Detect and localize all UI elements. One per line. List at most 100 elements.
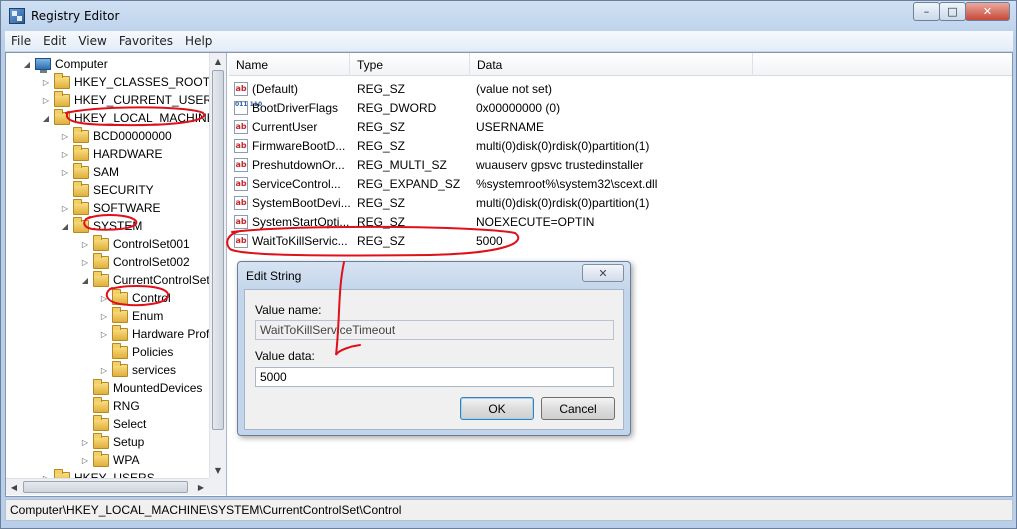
folder-icon (73, 216, 89, 233)
column-data-header[interactable]: Data (470, 53, 753, 76)
value-row[interactable]: ab PreshutdownOr... REG_MULTI_SZ wuauserv g… (229, 155, 1009, 174)
dialog-title: Edit String (246, 269, 302, 283)
value-data-cell: 5000 (476, 233, 503, 248)
tree-item-label: WPA (113, 453, 140, 467)
string-value-icon: ab (234, 157, 248, 172)
tree-item[interactable]: ▷ HKEY_CURRENT_USER (41, 90, 209, 109)
folder-icon (93, 252, 109, 269)
tree-item[interactable]: ▷ Setup (80, 432, 144, 451)
tree-item[interactable]: ▷ ControlSet002 (80, 252, 190, 271)
tree-item[interactable]: ◢ SYSTEM (60, 216, 142, 235)
tree-item[interactable]: ▷ ControlSet001 (80, 234, 190, 253)
dialog-close-button[interactable]: ✕ (582, 264, 624, 282)
tree-item[interactable]: Select (80, 414, 146, 433)
cancel-button[interactable]: Cancel (541, 397, 615, 420)
tree-vertical-scrollbar[interactable]: ▲ ▼ (209, 53, 226, 478)
collapsed-arrow-icon[interactable]: ▷ (80, 455, 90, 465)
tree-item[interactable]: ▷ HKEY_USERS (41, 468, 155, 478)
tree-item[interactable]: MountedDevices (80, 378, 202, 397)
column-type-header[interactable]: Type (350, 53, 470, 76)
collapsed-arrow-icon[interactable]: ▷ (60, 203, 70, 213)
scroll-corner (209, 478, 226, 495)
tree-item[interactable]: ◢ Computer (22, 55, 108, 73)
collapsed-arrow-icon[interactable]: ▷ (41, 77, 51, 87)
collapsed-arrow-icon[interactable]: ▷ (80, 437, 90, 447)
value-row[interactable]: ab (Default) REG_SZ (value not set) (229, 79, 1009, 98)
folder-icon (93, 414, 109, 431)
tree-item[interactable]: ▷ HKEY_CLASSES_ROOT (41, 72, 209, 91)
value-row[interactable]: ab SystemStartOpti... REG_SZ NOEXECUTE=OPT… (229, 212, 1009, 231)
string-value-icon: ab (234, 214, 248, 229)
value-name-cell: 011 110 BootDriverFlags (229, 100, 353, 115)
collapsed-arrow-icon[interactable]: ▷ (80, 239, 90, 249)
value-row[interactable]: 011 110 BootDriverFlags REG_DWORD 0x0000000… (229, 98, 1009, 117)
collapsed-arrow-icon[interactable]: ▷ (60, 131, 70, 141)
tree-item[interactable]: ◢ HKEY_LOCAL_MACHINE (41, 108, 209, 127)
value-data-cell: NOEXECUTE=OPTIN (476, 214, 595, 229)
expanded-arrow-icon[interactable]: ◢ (80, 275, 90, 285)
tree-item[interactable]: SECURITY (60, 180, 154, 199)
value-name-field[interactable]: WaitToKillServiceTimeout (255, 320, 614, 340)
tree-item[interactable]: ▷ SAM (60, 162, 119, 181)
value-name-cell: ab WaitToKillServic... (229, 233, 353, 248)
maximize-button[interactable]: □ (939, 2, 966, 21)
tree-horizontal-scrollbar[interactable]: ◀ ▶ (6, 478, 209, 495)
collapsed-arrow-icon[interactable]: ▷ (99, 311, 109, 321)
value-data-field[interactable]: 5000 (255, 367, 614, 387)
collapsed-arrow-icon[interactable]: ▷ (41, 95, 51, 105)
value-row[interactable]: ab SystemBootDevi... REG_SZ multi(0)disk(0)… (229, 193, 1009, 212)
collapsed-arrow-icon[interactable]: ▷ (60, 149, 70, 159)
tree-item[interactable]: ▷ Enum (99, 306, 163, 325)
expanded-arrow-icon[interactable]: ◢ (60, 221, 70, 231)
menu-file[interactable]: File (5, 34, 37, 48)
tree-item[interactable]: Policies (99, 342, 173, 361)
menu-edit[interactable]: Edit (37, 34, 72, 48)
tree-item[interactable]: ▷ SOFTWARE (60, 198, 161, 217)
expanded-arrow-icon[interactable]: ◢ (41, 113, 51, 123)
value-row[interactable]: ab WaitToKillServic... REG_SZ 5000 (229, 231, 1009, 250)
folder-icon (54, 108, 70, 125)
minimize-button[interactable]: – (913, 2, 940, 21)
collapsed-arrow-icon (80, 383, 90, 393)
value-name-label: Value name: (255, 303, 322, 317)
close-button[interactable]: ✕ (965, 2, 1010, 21)
folder-icon (93, 378, 109, 395)
collapsed-arrow-icon[interactable]: ▷ (99, 293, 109, 303)
ok-button[interactable]: OK (460, 397, 534, 420)
tree-item[interactable]: ▷ WPA (80, 450, 140, 469)
menu-help[interactable]: Help (179, 34, 218, 48)
tree-item[interactable]: RNG (80, 396, 140, 415)
collapsed-arrow-icon[interactable]: ▷ (60, 167, 70, 177)
title-bar[interactable]: Registry Editor – □ ✕ (1, 1, 1016, 31)
tree-item[interactable]: ▷ Hardware Prof (99, 324, 209, 343)
scroll-thumb[interactable] (23, 481, 188, 493)
column-name-header[interactable]: Name (229, 53, 350, 76)
string-value-icon: ab (234, 81, 248, 96)
collapsed-arrow-icon[interactable]: ▷ (99, 365, 109, 375)
tree-item[interactable]: ◢ CurrentControlSet (80, 270, 209, 289)
value-row[interactable]: ab CurrentUser REG_SZ USERNAME (229, 117, 1009, 136)
scroll-left-arrow-icon[interactable]: ◀ (6, 479, 22, 495)
tree-item-label: CurrentControlSet (113, 273, 209, 287)
scroll-thumb[interactable] (212, 70, 224, 430)
tree-item[interactable]: ▷ BCD00000000 (60, 126, 172, 145)
scroll-down-arrow-icon[interactable]: ▼ (210, 462, 226, 478)
tree-item[interactable]: ▷ HARDWARE (60, 144, 163, 163)
string-value-icon: ab (234, 138, 248, 153)
value-row[interactable]: ab ServiceControl... REG_EXPAND_SZ %systemr… (229, 174, 1009, 193)
expanded-arrow-icon[interactable]: ◢ (22, 59, 32, 69)
tree-item-label: RNG (113, 399, 140, 413)
tree-item[interactable]: ▷ services (99, 360, 176, 379)
scroll-right-arrow-icon[interactable]: ▶ (193, 479, 209, 495)
value-row[interactable]: ab FirmwareBootD... REG_SZ multi(0)disk(0)r… (229, 136, 1009, 155)
collapsed-arrow-icon[interactable]: ▷ (99, 329, 109, 339)
menu-view[interactable]: View (72, 34, 112, 48)
value-name-text: SystemBootDevi... (252, 195, 351, 210)
collapsed-arrow-icon (80, 419, 90, 429)
menu-bar: File Edit View Favorites Help (5, 31, 1013, 52)
collapsed-arrow-icon[interactable]: ▷ (80, 257, 90, 267)
menu-favorites[interactable]: Favorites (113, 34, 179, 48)
tree-item[interactable]: ▷ Control (99, 288, 171, 307)
value-type-cell: REG_SZ (357, 119, 406, 134)
scroll-up-arrow-icon[interactable]: ▲ (210, 53, 226, 69)
